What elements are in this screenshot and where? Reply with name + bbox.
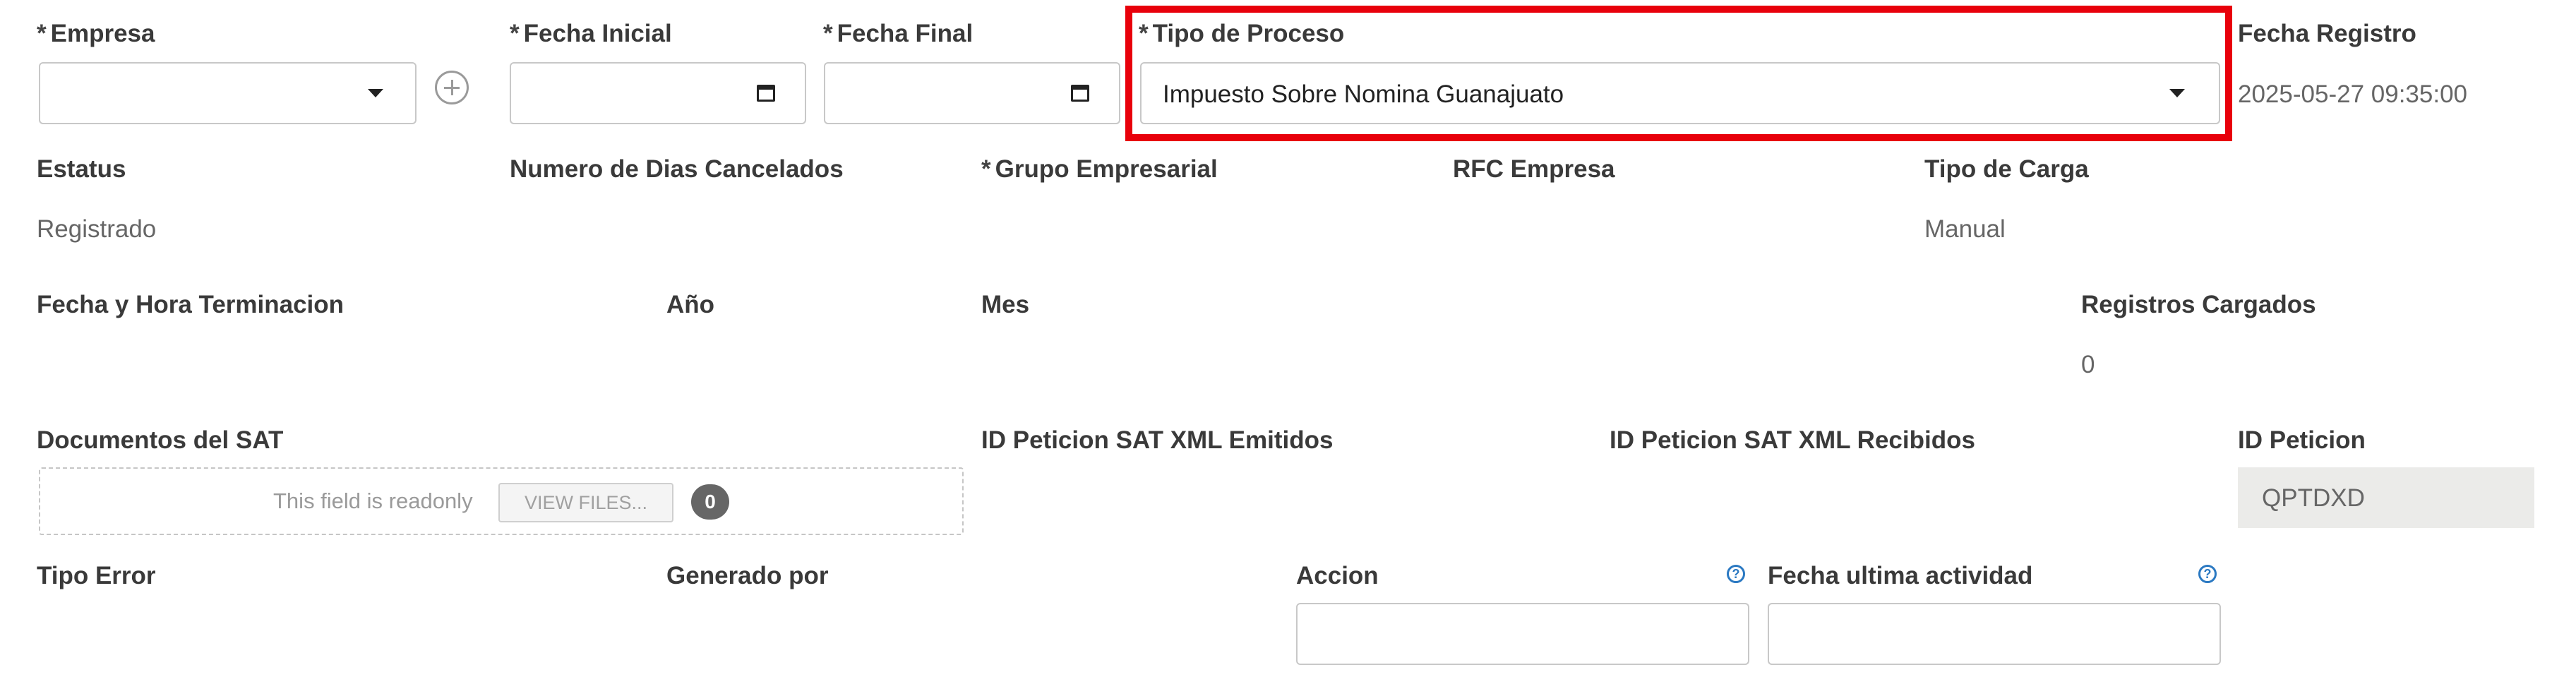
readonly-text: This field is readonly <box>273 489 473 513</box>
estatus-label: Estatus <box>37 155 126 183</box>
fecha-registro-label: Fecha Registro <box>2238 20 2416 47</box>
id-peticion-field: QPTDXD <box>2238 467 2534 528</box>
chevron-down-icon <box>368 89 383 97</box>
fecha-final-label: * Fecha Final <box>823 20 974 47</box>
file-count-badge: 0 <box>691 484 729 520</box>
documentos-sat-dropzone: This field is readonly VIEW FILES... 0 <box>39 467 964 535</box>
fecha-ultima-actividad-input[interactable] <box>1768 603 2221 665</box>
id-peticion-emitidos-label: ID Peticion SAT XML Emitidos <box>981 426 1334 454</box>
generado-por-label: Generado por <box>666 562 829 589</box>
empresa-label: * Empresa <box>37 20 155 47</box>
documentos-sat-label: Documentos del SAT <box>37 426 284 454</box>
calendar-icon[interactable] <box>1071 85 1089 102</box>
mes-label: Mes <box>981 291 1030 318</box>
rfc-empresa-label: RFC Empresa <box>1453 155 1615 183</box>
registros-cargados-label: Registros Cargados <box>2081 291 2316 318</box>
estatus-value: Registrado <box>37 215 157 243</box>
id-peticion-value: QPTDXD <box>2262 484 2365 512</box>
grupo-empresarial-label: * Grupo Empresarial <box>981 155 1218 183</box>
tipo-proceso-value: Impuesto Sobre Nomina Guanajuato <box>1163 80 1564 108</box>
calendar-icon[interactable] <box>757 85 775 102</box>
id-peticion-recibidos-label: ID Peticion SAT XML Recibidos <box>1610 426 1975 454</box>
help-icon[interactable]: ? <box>2198 565 2217 583</box>
fecha-ultima-actividad-label: Fecha ultima actividad <box>1768 562 2033 589</box>
registros-cargados-value: 0 <box>2081 351 2095 378</box>
fecha-final-input[interactable] <box>824 62 1120 124</box>
accion-label: Accion <box>1296 562 1379 589</box>
tipo-error-label: Tipo Error <box>37 562 156 589</box>
tipo-proceso-select[interactable]: Impuesto Sobre Nomina Guanajuato <box>1140 62 2220 124</box>
anio-label: Año <box>666 291 715 318</box>
help-icon[interactable]: ? <box>1727 565 1745 583</box>
chevron-down-icon <box>2169 89 2185 97</box>
numero-dias-cancelados-label: Numero de Dias Cancelados <box>510 155 844 183</box>
fecha-registro-value: 2025-05-27 09:35:00 <box>2238 80 2467 108</box>
fecha-hora-terminacion-label: Fecha y Hora Terminacion <box>37 291 345 318</box>
tipo-carga-value: Manual <box>1924 215 2006 243</box>
fecha-inicial-input[interactable] <box>510 62 806 124</box>
add-circle-icon[interactable] <box>435 71 469 104</box>
view-files-button[interactable]: VIEW FILES... <box>498 483 673 522</box>
accion-input[interactable] <box>1296 603 1749 665</box>
empresa-select[interactable] <box>39 62 417 124</box>
fecha-inicial-label: * Fecha Inicial <box>510 20 672 47</box>
tipo-carga-label: Tipo de Carga <box>1924 155 2089 183</box>
id-peticion-label: ID Peticion <box>2238 426 2366 454</box>
tipo-proceso-label: * Tipo de Proceso <box>1139 20 1345 47</box>
